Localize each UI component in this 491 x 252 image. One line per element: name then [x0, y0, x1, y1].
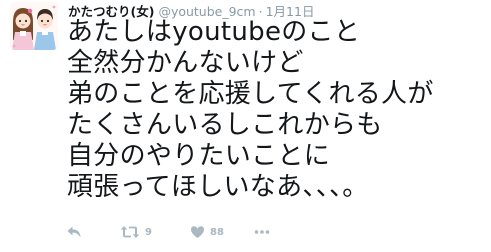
like-button[interactable]: 88 — [190, 225, 254, 239]
tweet: かたつむり(女) @youtube_9cm · 1月11日 あたしはyoutub… — [0, 0, 491, 252]
retweet-icon — [120, 226, 140, 238]
tweet-text-line: 頑張ってほしいなあ、、、。 — [67, 172, 369, 202]
tweet-text-line: あたしはyoutubeのこと — [67, 17, 361, 47]
tweet-actions: 9 88 — [66, 221, 270, 243]
retweet-count: 9 — [145, 226, 152, 238]
reply-icon — [67, 226, 81, 238]
tweet-text-line: 弟のことを応援してくれる人が — [67, 79, 434, 109]
tweet-text-line: 自分のやりたいことに — [67, 141, 331, 171]
tweet-text: あたしはyoutubeのこと 全然分かんないけど 弟のことを応援してくれる人が … — [67, 17, 487, 203]
like-count: 88 — [210, 226, 224, 238]
tweet-text-line: 全然分かんないけど — [67, 48, 304, 78]
more-button[interactable] — [254, 229, 270, 235]
avatar-image — [10, 2, 58, 50]
more-icon — [254, 230, 270, 234]
heart-icon — [191, 226, 204, 238]
tweet-text-line: たくさんいるしこれからも — [67, 110, 383, 140]
reply-button[interactable] — [66, 225, 120, 239]
avatar[interactable] — [10, 2, 58, 50]
retweet-button[interactable]: 9 — [120, 225, 190, 239]
